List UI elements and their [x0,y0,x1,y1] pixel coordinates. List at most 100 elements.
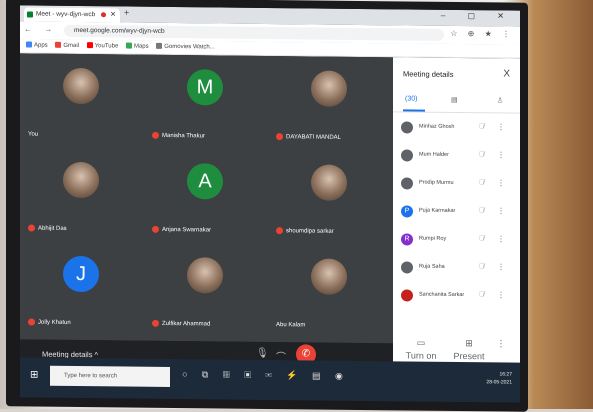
meeting-details-panel: Meeting details X (30) ▤ ♙ Minhaz Ghosh … [393,57,520,375]
avatar [63,161,99,199]
more-options-icon[interactable]: ⋮ [497,290,505,299]
avatar [401,121,413,134]
taskbar-search-input[interactable]: Type here to search [50,365,170,387]
list-item[interactable]: Prodip Murmu 🎙̸ ⋮ [393,171,520,200]
avatar [187,257,223,294]
bookmark-gmail[interactable]: Gmail [55,40,79,53]
gmail-icon [55,42,62,49]
mic-off-icon [152,319,159,327]
list-item[interactable]: Ruja Saha 🎙̸ ⋮ [393,255,520,284]
list-item[interactable]: Mum Halder 🎙̸ ⋮ [393,143,520,172]
avatar: R [401,233,413,246]
mic-icon[interactable]: 🎙 [256,348,269,359]
participant-name: Mum Halder [419,151,449,158]
avatar: A [187,163,223,200]
maps-icon [125,42,132,50]
avatar [311,164,347,201]
tile-name: Abu Kalam [276,322,306,329]
tile-participant[interactable]: DAYABATI MANDAL [268,56,390,149]
mic-off-icon: 🎙̸ [479,151,485,159]
new-tab-button[interactable]: + [124,8,129,18]
url-input[interactable]: meet.google.com/wyv-djyn-wcb [64,24,444,41]
mic-off-icon: 🎙̸ [479,263,485,271]
more-options-icon[interactable]: ⋮ [497,262,505,271]
windows-start-icon[interactable]: ⊞ [30,370,42,382]
tile-name: Abhijit Das [38,225,67,232]
more-options-icon[interactable]: ⋮ [497,150,505,159]
more-options-icon[interactable]: ⋮ [497,206,505,215]
mic-off-icon: 🎙̸ [479,207,485,215]
clock-time: 16:27 [499,371,512,378]
tile-name: Anjana Swarnakar [162,226,212,234]
participant-name: Puja Karmakar [419,207,456,214]
tile-participant[interactable]: M Manisha Thakur [144,55,266,148]
tab-activities[interactable]: ♙ [497,96,503,104]
panel-title: Meeting details [403,69,454,79]
list-item[interactable]: Sanchanita Sarkar 🎙̸ ⋮ [393,283,520,312]
avatar [63,67,99,105]
list-item[interactable]: P Puja Karmakar 🎙̸ ⋮ [393,199,520,228]
panel-tabs: (30) ▤ ♙ [393,91,520,114]
list-item[interactable]: R Rumpi Roy 🎙̸ ⋮ [393,227,520,256]
window-controls[interactable]: – ▢ ✕ [441,11,514,21]
mic-off-icon [152,131,159,139]
apps-icon [26,41,32,48]
taskbar-app-icons[interactable]: ○ ⧉ ▦ ▣ ✉ ⚡ ▤ ◉ [182,369,349,382]
youtube-icon [86,42,93,49]
system-tray[interactable]: 16:27 28-05-2021 [486,370,512,386]
close-tab-icon[interactable]: ✕ [110,8,116,22]
tab-people[interactable]: (30) [405,95,417,102]
tile-participant[interactable]: Abhijit Das [20,147,142,240]
toolbar-icons[interactable]: ☆ ⊕ ★ ⋮ [450,29,514,39]
list-item[interactable]: Minhaz Ghosh 🎙̸ ⋮ [393,115,520,144]
more-options-icon[interactable]: ⋮ [497,234,505,243]
clock-date: 28-05-2021 [486,379,512,386]
mic-off-icon [276,227,283,235]
tile-participant[interactable]: A Anjana Swarnakar [144,149,266,242]
bookmark-maps[interactable]: Maps [125,41,149,54]
gomovies-icon [156,43,163,50]
tile-name: shoumdipa sarkar [286,228,334,235]
bookmark-youtube[interactable]: YouTube [86,40,118,53]
avatar: J [63,255,99,293]
more-options-icon[interactable]: ⋮ [489,338,513,351]
tile-name: Manisha Thakur [162,132,205,140]
video-grid: You M Manisha Thakur DAYABATI MANDAL Abh… [20,53,393,344]
mic-off-icon [276,133,283,141]
meet-favicon-icon [27,11,33,18]
tile-name: Zulfikar Ahammad [162,320,211,328]
mic-off-icon: 🎙̸ [479,179,485,187]
tile-participant[interactable]: Abu Kalam [268,244,390,337]
more-options-icon[interactable]: ⋮ [497,178,505,187]
tab-chat[interactable]: ▤ [451,96,458,104]
tile-participant[interactable]: Zulfikar Ahammad [144,243,266,336]
mic-off-icon: 🎙̸ [479,291,485,299]
mic-off-icon [28,224,35,232]
tile-name: DAYABATI MANDAL [286,134,342,141]
active-tab-indicator [403,109,425,112]
tile-participant[interactable]: J Jolly Khatun [20,241,142,334]
participant-name: Rumpi Roy [419,235,447,242]
tile-you[interactable]: You [20,53,142,146]
bookmark-apps[interactable]: Apps [26,39,48,52]
bookmark-gomovies[interactable]: Gomovies Watch... [156,41,215,55]
more-options-icon[interactable]: ⋮ [497,122,505,131]
participant-name: Ruja Saha [419,263,445,270]
avatar: M [187,69,223,106]
tile-name: You [28,131,39,138]
laptop-bezel: Meet - wyv-djyn-wcb ✕ + – ▢ ✕ ← → C meet… [6,0,528,412]
tile-name: Jolly Khatun [38,319,71,326]
browser-tab[interactable]: Meet - wyv-djyn-wcb ✕ [24,7,120,23]
mic-off-icon [28,318,35,326]
windows-taskbar: ⊞ Type here to search ○ ⧉ ▦ ▣ ✉ ⚡ ▤ ◉ 16… [20,357,520,403]
avatar [311,258,347,295]
participant-name: Sanchanita Sarkar [419,291,465,299]
avatar [401,289,413,302]
avatar [311,70,347,107]
tile-participant[interactable]: shoumdipa sarkar [268,150,390,243]
mic-off-icon: 🎙̸ [479,123,485,131]
captions-icon: ▭ [416,337,426,348]
close-panel-icon[interactable]: X [503,68,510,79]
avatar: P [401,205,413,218]
present-icon: ⊞ [465,338,473,349]
